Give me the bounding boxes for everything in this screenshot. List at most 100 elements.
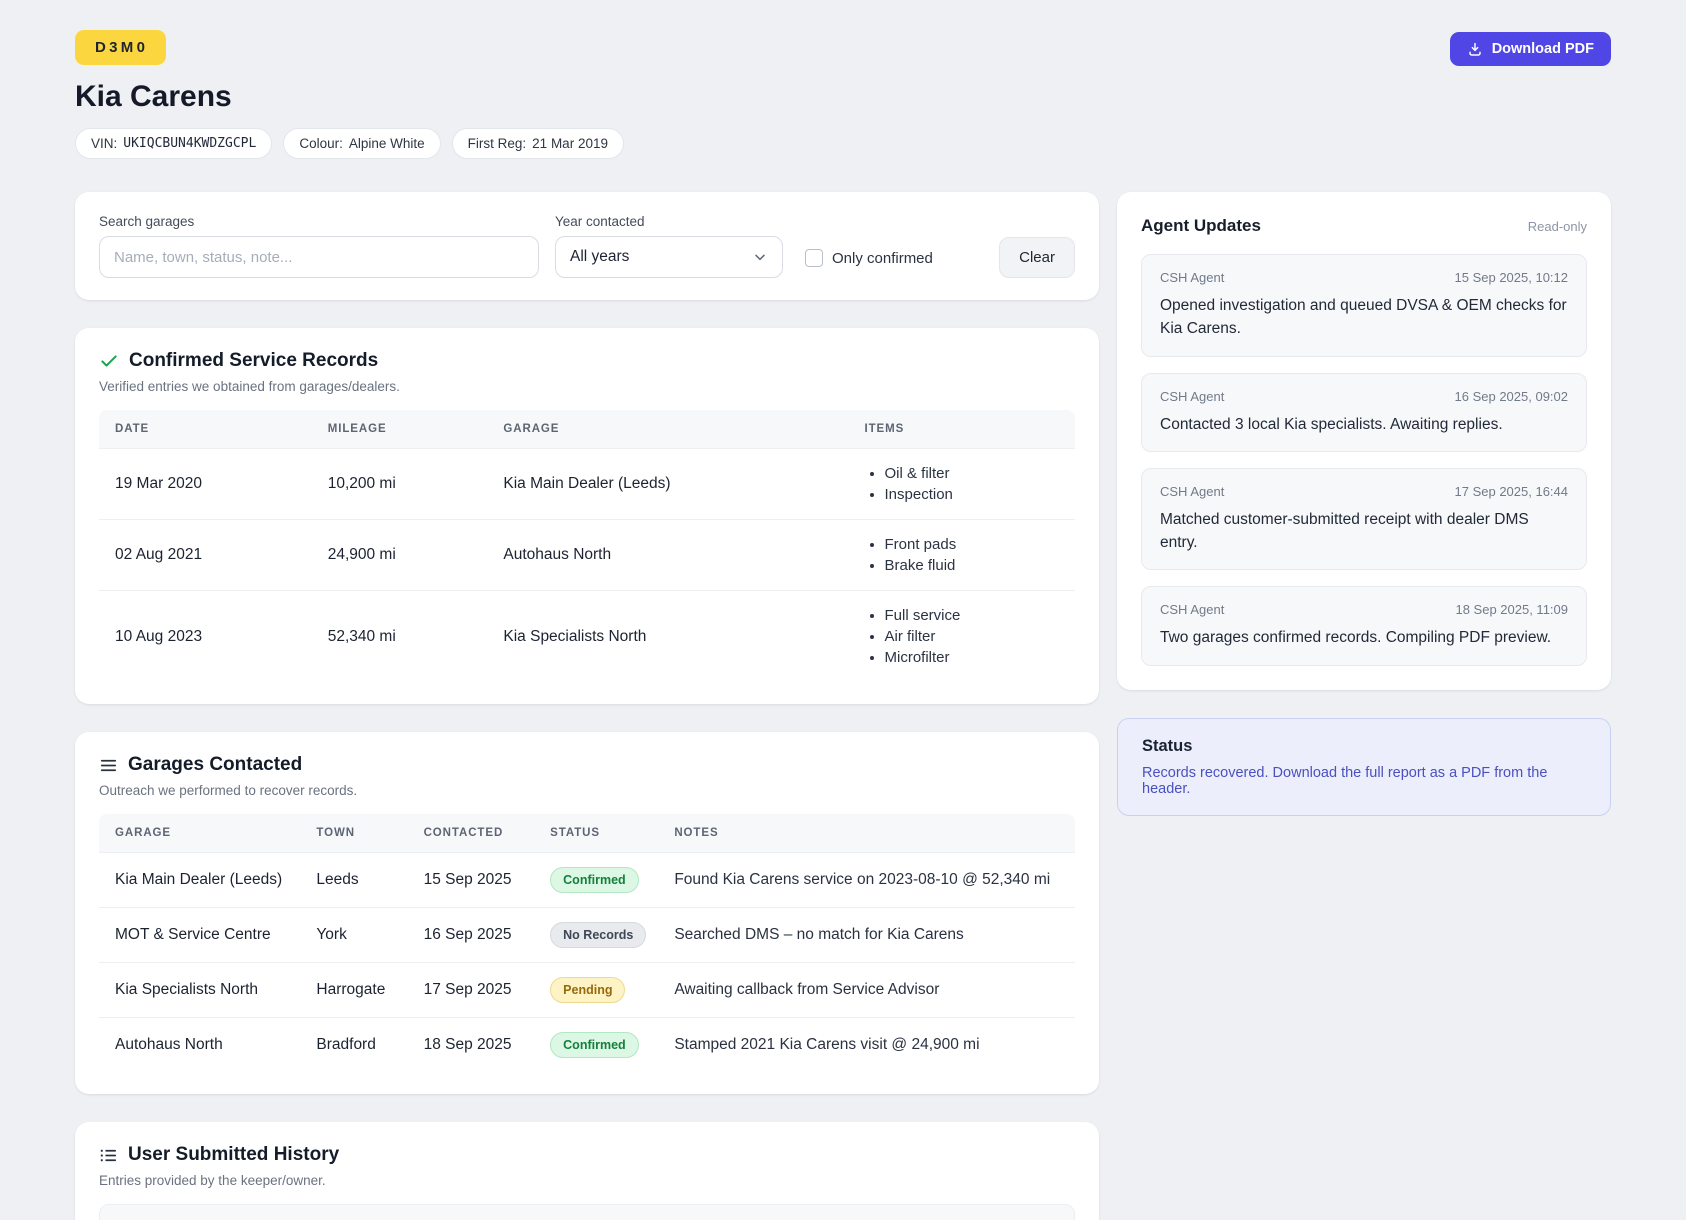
service-item: Brake fluid [885, 555, 1062, 576]
contact-date: 16 Sep 2025 [409, 907, 537, 963]
user-history-title: User Submitted History [128, 1144, 340, 1165]
contact-date: 18 Sep 2025 [409, 1017, 537, 1072]
vehicle-chips: VIN: UKIQCBUN4KWDZGCPL Colour: Alpine Wh… [75, 128, 624, 159]
agent-text: Contacted 3 local Kia specialists. Await… [1160, 415, 1503, 433]
contact-garage: Kia Specialists North [99, 962, 303, 1018]
status-title: Status [1142, 736, 1193, 755]
agent-update-item: CSH Agent 18 Sep 2025, 11:09 Two garages… [1141, 586, 1587, 666]
record-garage: Autohaus North [489, 519, 851, 591]
contact-notes: Awaiting callback from Service Advisor [660, 962, 1075, 1018]
readonly-badge: Read-only [1527, 218, 1587, 234]
record-date: 19 Mar 2020 [99, 448, 314, 520]
clear-button[interactable]: Clear [999, 237, 1075, 278]
contact-status-cell: Pending [536, 962, 661, 1018]
agent-text: Two garages confirmed records. Compiling… [1160, 629, 1552, 647]
confirmed-records-card: Confirmed Service Records Verified entri… [75, 328, 1099, 704]
garage-contact-row: Kia Specialists North Harrogate 17 Sep 2… [99, 962, 1075, 1018]
column-garage: GARAGE [489, 410, 851, 449]
year-select[interactable]: All years [555, 236, 783, 278]
record-mileage: 24,900 mi [313, 519, 490, 591]
service-item: Air filter [885, 626, 1062, 647]
list-icon [99, 1146, 118, 1165]
chevron-down-icon [752, 249, 768, 265]
agent-author: CSH Agent [1160, 602, 1225, 618]
contact-status-cell: Confirmed [536, 1017, 661, 1072]
record-mileage: 52,340 mi [313, 590, 490, 682]
contact-notes: Searched DMS – no match for Kia Carens [660, 907, 1075, 963]
agent-author: CSH Agent [1160, 483, 1225, 499]
contact-notes: Found Kia Carens service on 2023-08-10 @… [660, 852, 1075, 908]
confirmed-records-subtitle: Verified entries we obtained from garage… [99, 379, 400, 394]
user-history-subtitle: Entries provided by the keeper/owner. [99, 1173, 326, 1188]
agent-update-item: CSH Agent 15 Sep 2025, 10:12 Opened inve… [1141, 254, 1587, 357]
status-badge: Confirmed [550, 867, 639, 893]
column-garage: GARAGE [99, 814, 303, 853]
garages-contacted-table: GARAGE TOWN CONTACTED STATUS NOTES Kia M… [99, 814, 1075, 1072]
column-mileage: MILEAGE [313, 410, 490, 449]
agent-updates-panel: Agent Updates Read-only CSH Agent 15 Sep… [1117, 192, 1611, 690]
filter-card: Search garages Year contacted All years [75, 192, 1099, 300]
search-label: Search garages [99, 214, 195, 229]
vin-value: UKIQCBUN4KWDZGCPL [123, 136, 257, 151]
download-pdf-button[interactable]: Download PDF [1449, 32, 1611, 66]
download-icon [1467, 41, 1483, 57]
service-record-row: 19 Mar 2020 10,200 mi Kia Main Dealer (L… [99, 448, 1075, 520]
record-items: Front padsBrake fluid [850, 519, 1075, 591]
only-confirmed-group: Only confirmed [805, 249, 933, 267]
contact-status-cell: Confirmed [536, 852, 661, 908]
service-item: Front pads [885, 534, 1062, 555]
table-header-row: DATE MILEAGE GARAGE ITEMS [99, 410, 1075, 449]
record-date: 02 Aug 2021 [99, 519, 314, 591]
status-badge: Pending [550, 977, 626, 1003]
vin-label: VIN: [91, 136, 118, 151]
year-label: Year contacted [555, 214, 645, 229]
header-left: D3M0 Kia Carens VIN: UKIQCBUN4KWDZGCPL C… [75, 30, 624, 192]
contact-garage: Autohaus North [99, 1017, 303, 1072]
service-record-row: 02 Aug 2021 24,900 mi Autohaus North Fro… [99, 519, 1075, 591]
contact-town: York [302, 907, 410, 963]
colour-label: Colour: [299, 136, 343, 151]
column-town: TOWN [302, 814, 410, 853]
record-garage: Kia Specialists North [489, 590, 851, 682]
contact-town: Leeds [302, 852, 410, 908]
contact-garage: Kia Main Dealer (Leeds) [99, 852, 303, 908]
confirmed-records-table: DATE MILEAGE GARAGE ITEMS 19 Mar 2020 10… [99, 410, 1075, 682]
only-confirmed-label: Only confirmed [832, 249, 933, 267]
user-history-card: User Submitted History Entries provided … [75, 1122, 1099, 1220]
page-header: D3M0 Kia Carens VIN: UKIQCBUN4KWDZGCPL C… [75, 30, 1611, 192]
colour-chip: Colour: Alpine White [283, 128, 441, 159]
agent-updates-list: CSH Agent 15 Sep 2025, 10:12 Opened inve… [1141, 254, 1587, 666]
column-date: DATE [99, 410, 314, 449]
garages-contacted-title: Garages Contacted [128, 754, 303, 775]
agent-timestamp: 16 Sep 2025, 09:02 [1454, 388, 1569, 404]
agent-text: Matched customer-submitted receipt with … [1160, 510, 1529, 551]
contact-notes: Stamped 2021 Kia Carens visit @ 24,900 m… [660, 1017, 1075, 1072]
status-badge: Confirmed [550, 1032, 639, 1058]
agent-text: Opened investigation and queued DVSA & O… [1160, 297, 1567, 338]
contact-date: 17 Sep 2025 [409, 962, 537, 1018]
demo-badge: D3M0 [75, 30, 167, 65]
agent-update-item: CSH Agent 16 Sep 2025, 09:02 Contacted 3… [1141, 372, 1587, 452]
column-status: STATUS [536, 814, 661, 853]
agent-timestamp: 18 Sep 2025, 11:09 [1455, 602, 1568, 618]
search-input[interactable] [99, 236, 539, 278]
service-item: Inspection [885, 484, 1062, 505]
check-icon [99, 351, 119, 371]
garages-contacted-card: Garages Contacted Outreach we performed … [75, 732, 1099, 1094]
search-group: Search garages [99, 214, 539, 278]
garage-contact-row: Kia Main Dealer (Leeds) Leeds 15 Sep 202… [99, 852, 1075, 908]
status-text: Records recovered. Download the full rep… [1142, 764, 1548, 797]
agent-update-item: CSH Agent 17 Sep 2025, 16:44 Matched cus… [1141, 467, 1587, 571]
service-item: Full service [885, 605, 1062, 626]
year-group: Year contacted All years [555, 214, 783, 278]
page: D3M0 Kia Carens VIN: UKIQCBUN4KWDZGCPL C… [0, 0, 1686, 1220]
record-mileage: 10,200 mi [313, 448, 490, 520]
contact-garage: MOT & Service Centre [99, 907, 303, 963]
agent-updates-title: Agent Updates [1141, 216, 1261, 235]
record-items: Full serviceAir filterMicrofilter [850, 590, 1075, 682]
record-garage: Kia Main Dealer (Leeds) [489, 448, 851, 520]
agent-author: CSH Agent [1160, 270, 1225, 285]
colour-value: Alpine White [348, 136, 425, 151]
only-confirmed-checkbox[interactable] [805, 249, 823, 267]
column-notes: NOTES [660, 814, 1075, 853]
